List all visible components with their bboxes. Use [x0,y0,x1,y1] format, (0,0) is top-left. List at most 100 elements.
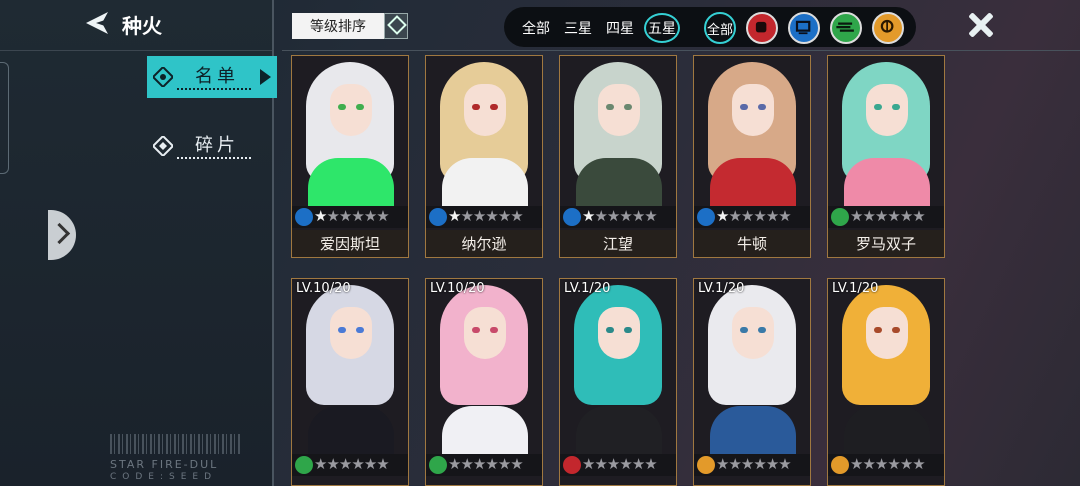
star-icon: ★ [472,207,486,225]
star-icon: ★ [862,207,875,225]
speed-class-icon [429,456,447,474]
computer-class-icon[interactable] [788,12,820,44]
star-icon: ★ [314,207,327,225]
character-card[interactable]: ★★★★★★ 爱因斯坦 [291,55,409,258]
computer-class-icon [697,208,715,226]
page-title: 种火 [122,14,162,38]
star-rating: ★★★★★★ [716,455,792,473]
character-card[interactable]: LV.1/20 ★★★★★★ [827,278,945,486]
star-icon: ★ [887,207,900,225]
star-icon: ★ [376,207,389,225]
star-icon: ★ [862,455,875,473]
all-class-icon[interactable]: 全部 [704,12,736,44]
star-icon: ★ [728,207,741,225]
star-icon: ★ [850,455,863,473]
star-icon: ★ [326,455,339,473]
portrait-face [464,84,506,136]
character-name: 牛顿 [694,230,810,257]
star-icon: ★ [510,207,523,225]
sidebar-item-roster[interactable]: 名单 [147,56,277,98]
star-rating: ★★★★★★ [314,455,390,473]
character-name: 纳尔逊 [426,230,542,257]
label-underline [177,88,251,90]
sort-toggle-icon[interactable] [384,13,408,39]
star-icon: ★ [716,207,729,225]
sort-label: 等级排序 [292,13,384,39]
rarity-strip: ★★★★★★ [426,206,542,228]
star-icon: ★ [644,455,657,473]
portrait-outfit [576,158,662,206]
star-icon: ★ [728,455,741,473]
fist-class-icon[interactable] [746,12,778,44]
close-icon[interactable] [966,10,996,40]
brain-class-icon[interactable] [872,12,904,44]
star-rating: ★★★★★★ [716,207,792,225]
portrait-face [598,84,640,136]
portrait-outfit [308,158,394,206]
character-card[interactable]: ★★★★★★ 纳尔逊 [425,55,543,258]
character-portrait: LV.1/20 [694,279,810,454]
character-name: 江望 [560,230,676,257]
header-divider [282,50,1080,51]
star-icon: ★ [753,455,766,473]
roster-icon [153,67,173,87]
star-icon: ★ [899,207,913,225]
star-rating: ★★★★★★ [850,207,926,225]
star-icon: ★ [448,455,461,473]
character-card[interactable]: ★★★★★★ 牛顿 [693,55,811,258]
character-card[interactable]: LV.10/20 ★★★★★★ [291,278,409,486]
character-card[interactable]: LV.1/20 ★★★★★★ [693,278,811,486]
star-icon: ★ [899,455,913,473]
star-icon: ★ [363,455,377,473]
star-icon: ★ [753,207,766,225]
computer-class-icon [429,208,447,226]
character-portrait [694,56,810,206]
filter-star-all[interactable]: 全部 [522,18,550,38]
star-icon: ★ [716,455,729,473]
brain-class-icon [831,456,849,474]
star-icon: ★ [338,455,352,473]
character-card[interactable]: ★★★★★★ 罗马双子 [827,55,945,258]
character-portrait [426,56,542,206]
star-icon: ★ [582,455,595,473]
star-rating: ★★★★★★ [582,455,658,473]
star-icon: ★ [363,207,377,225]
sort-dropdown[interactable]: 等级排序 [292,13,408,39]
back-arrow-icon[interactable] [82,10,110,36]
star-icon: ★ [326,207,339,225]
star-icon: ★ [887,455,900,473]
star-icon: ★ [778,207,791,225]
character-portrait: LV.10/20 [292,279,408,454]
character-card[interactable]: LV.1/20 ★★★★★★ [559,278,677,486]
portrait-face [330,84,372,136]
sidebar-item-fragments[interactable]: 碎片 [147,125,277,167]
filter-bar: 全部 三星 四星 五星 全部 [504,7,916,47]
sidebar-item-label: 名单 [195,66,239,87]
speed-class-icon [295,456,313,474]
sidebar: 种火 名单 碎片 STAR FIRE-DUL CODE:SEED [0,0,277,486]
rarity-strip: ★★★★★★ [560,206,676,228]
star-icon: ★ [460,455,473,473]
star-icon: ★ [376,455,389,473]
filter-star-4[interactable]: 四星 [606,18,634,38]
star-rating: ★★★★★★ [314,207,390,225]
portrait-face [866,84,908,136]
character-card[interactable]: LV.10/20 ★★★★★★ [425,278,543,486]
brain-class-icon [697,456,715,474]
level-label: LV.10/20 [296,281,351,296]
star-icon: ★ [606,207,620,225]
portrait-face [330,307,372,359]
filter-star-5[interactable]: 五星 [644,13,680,43]
star-icon: ★ [644,207,657,225]
star-icon: ★ [485,455,498,473]
filter-star-3[interactable]: 三星 [564,18,592,38]
level-label: LV.1/20 [698,281,745,296]
star-icon: ★ [912,455,925,473]
character-card[interactable]: ★★★★★★ 江望 [559,55,677,258]
character-name: 爱因斯坦 [292,230,408,257]
speed-class-icon[interactable] [830,12,862,44]
portrait-face [732,307,774,359]
star-icon: ★ [351,455,364,473]
fist-class-icon [563,456,581,474]
star-icon: ★ [460,207,473,225]
